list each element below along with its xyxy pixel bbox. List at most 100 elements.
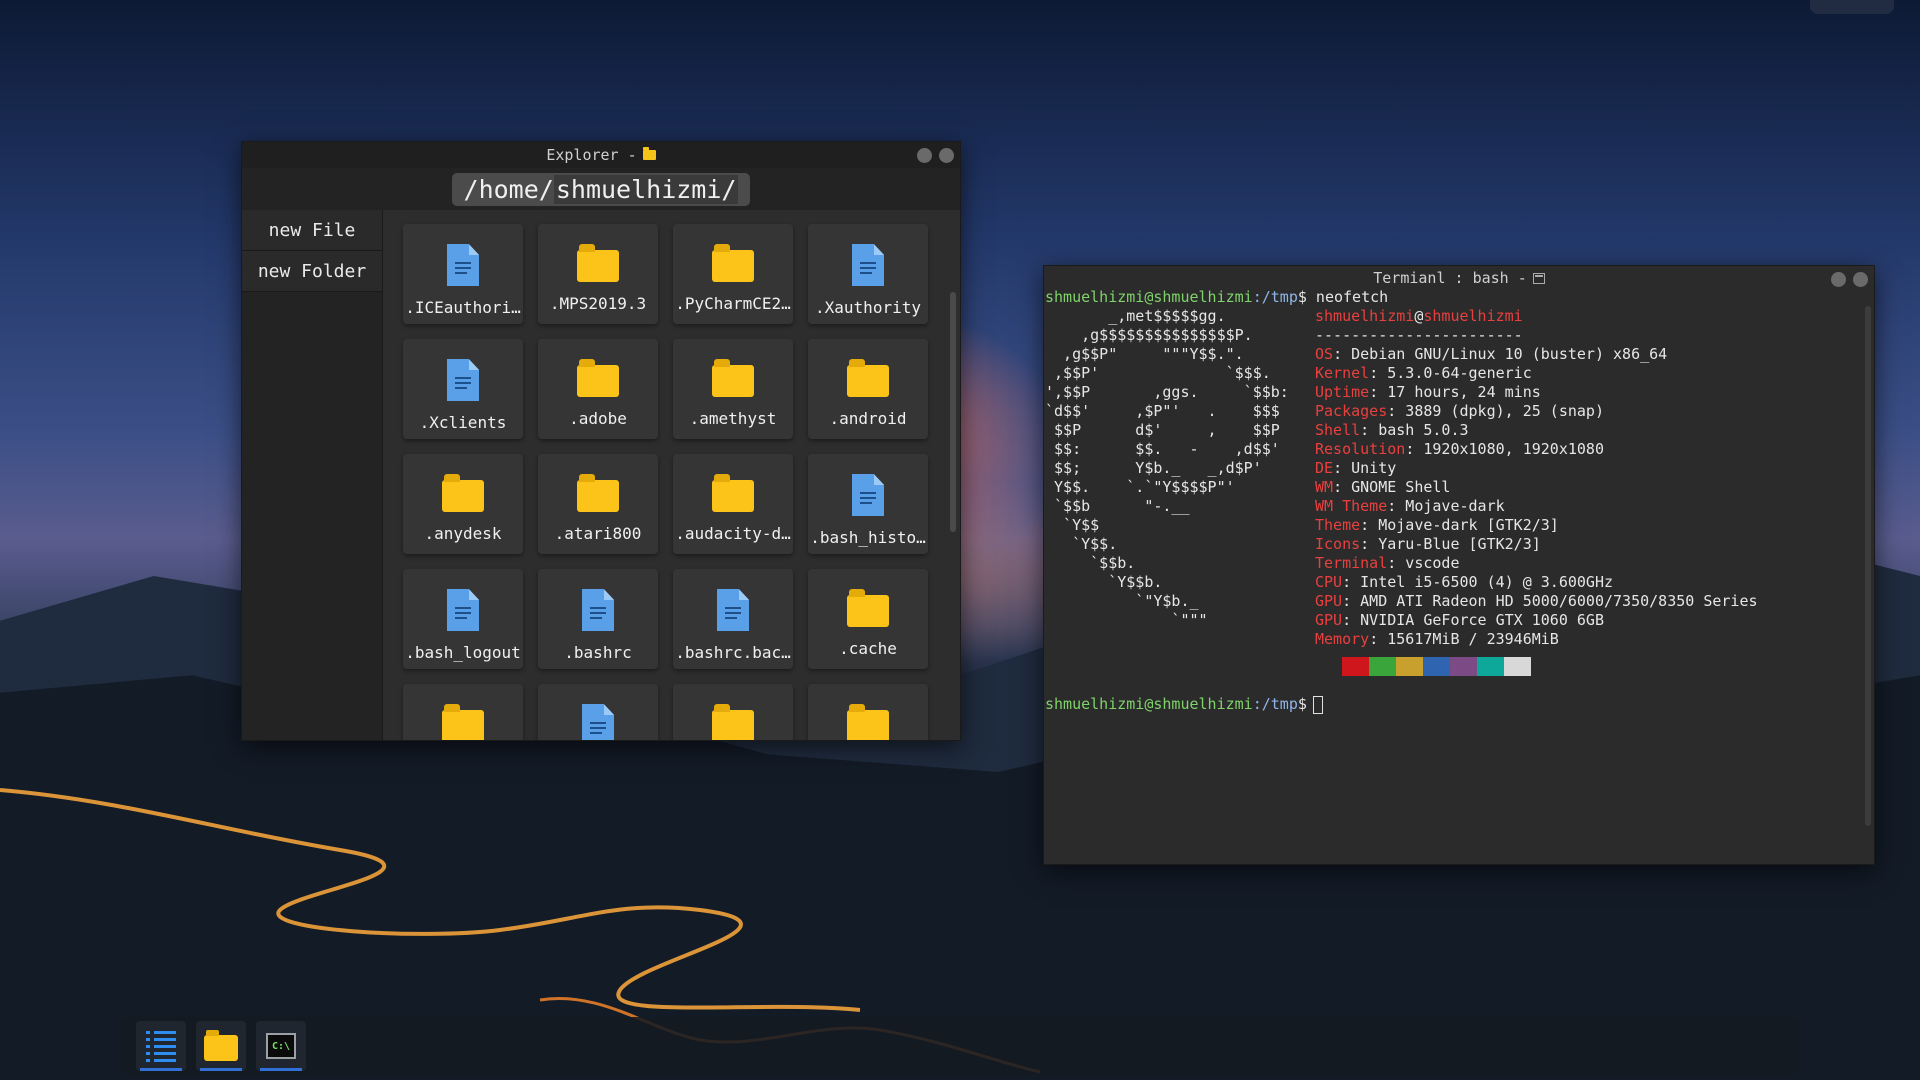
info-key: DE (1315, 459, 1334, 477)
file-item[interactable] (538, 684, 658, 740)
info-value: : vscode (1387, 554, 1460, 572)
new-folder-button[interactable]: new Folder (242, 251, 382, 292)
info-value: : GNOME Shell (1333, 478, 1451, 496)
info-key: CPU (1315, 573, 1343, 591)
folder-icon (712, 244, 754, 282)
folder-item[interactable]: .android (808, 339, 928, 439)
folder-item[interactable]: .audacity-d… (673, 454, 793, 554)
file-grid: .ICEauthori… .MPS2019.3 .PyCharmCE2… .Xauth… (383, 210, 960, 740)
info-key: GPU (1315, 611, 1343, 629)
file-icon (582, 589, 614, 631)
folder-item[interactable]: .PyCharmCE2… (673, 224, 793, 324)
logo-line: ',$$P ,ggs. `$$b: (1045, 383, 1289, 401)
folder-icon (577, 359, 619, 397)
command-text: neofetch (1306, 288, 1389, 306)
folder-item[interactable] (808, 684, 928, 740)
folder-item[interactable] (673, 684, 793, 740)
file-icon (582, 704, 614, 740)
folder-item[interactable]: .anydesk (403, 454, 523, 554)
taskbar: C:\ (120, 1017, 1800, 1075)
host-name: shmuelhizmi (1423, 307, 1523, 325)
folder-icon (204, 1030, 238, 1061)
terminal-scrollbar[interactable] (1865, 306, 1871, 826)
new-file-button[interactable]: new File (242, 210, 382, 251)
explorer-titlebar[interactable]: Explorer - (242, 142, 960, 168)
info-key: Terminal (1315, 554, 1388, 572)
explorer-title: Explorer - (546, 146, 637, 164)
info-value: : Intel i5-6500 (4) @ 3.600GHz (1342, 573, 1614, 591)
info-line: Resolution: 1920x1080, 1920x1080 (1315, 440, 1862, 459)
info-value: : Unity (1333, 459, 1397, 477)
info-line: GPU: AMD ATI Radeon HD 5000/6000/7350/83… (1315, 592, 1862, 611)
item-label: .cache (839, 639, 897, 658)
info-key: Packages (1315, 402, 1388, 420)
folder-item[interactable]: .amethyst (673, 339, 793, 439)
taskbar-explorer[interactable] (196, 1021, 246, 1071)
logo-line: $$; Y$b._ _,d$P' (1045, 459, 1262, 477)
file-item[interactable]: .ICEauthori… (403, 224, 523, 324)
file-item[interactable]: .Xauthority (808, 224, 928, 324)
file-item[interactable]: .bash_histo… (808, 454, 928, 554)
folder-item[interactable]: .cache (808, 569, 928, 669)
folder-icon (712, 704, 754, 740)
item-label: .android (829, 409, 907, 428)
path-prefix[interactable]: /home/ (464, 175, 554, 204)
palette-swatch (1396, 657, 1423, 676)
palette-swatch (1477, 657, 1504, 676)
info-line: Theme: Mojave-dark [GTK2/3] (1315, 516, 1862, 535)
info-line: Icons: Yaru-Blue [GTK2/3] (1315, 535, 1862, 554)
info-line: CPU: Intel i5-6500 (4) @ 3.600GHz (1315, 573, 1862, 592)
logo-line: `""" (1045, 611, 1208, 629)
minimize-button[interactable] (917, 148, 932, 163)
terminal-titlebar[interactable]: Termianl : bash - (1044, 266, 1874, 290)
palette-swatch (1342, 657, 1369, 676)
item-label: .ICEauthori… (405, 298, 521, 317)
logo-line: ,$$P' `$$$. (1045, 364, 1271, 382)
logo-line: `Y$$ (1045, 516, 1100, 534)
file-item[interactable]: .bashrc.bac… (673, 569, 793, 669)
close-button[interactable] (939, 148, 954, 163)
file-item[interactable]: .bashrc (538, 569, 658, 669)
close-button[interactable] (1853, 272, 1868, 287)
logo-line: $$P d$' , $$P (1045, 421, 1280, 439)
logo-line: `Y$$b. (1045, 573, 1163, 591)
path-segment[interactable]: shmuelhizmi/ (553, 174, 739, 204)
info-value: : 5.3.0-64-generic (1369, 364, 1532, 382)
item-label: .bash_histo… (810, 528, 926, 547)
file-icon (447, 359, 479, 401)
palette-swatch (1315, 657, 1342, 676)
info-value: : 3889 (dpkg), 25 (snap) (1387, 402, 1604, 420)
taskbar-terminal[interactable]: C:\ (256, 1021, 306, 1071)
file-item[interactable]: .bash_logout (403, 569, 523, 669)
folder-item[interactable]: .atari800 (538, 454, 658, 554)
taskbar-app-menu[interactable] (136, 1021, 186, 1071)
app-menu-icon (146, 1030, 176, 1062)
folder-icon (712, 474, 754, 512)
info-value: : 15617MiB / 23946MiB (1369, 630, 1559, 648)
file-icon (852, 244, 884, 286)
folder-icon (442, 704, 484, 740)
folder-item[interactable] (403, 684, 523, 740)
prompt-symbol: $ (1297, 695, 1307, 713)
prompt-user: shmuelhizmi@shmuelhizmi (1045, 288, 1253, 306)
item-label: .atari800 (554, 524, 642, 543)
folder-item[interactable]: .MPS2019.3 (538, 224, 658, 324)
explorer-scrollbar[interactable] (950, 292, 956, 532)
folder-icon (847, 359, 889, 397)
command-line: shmuelhizmi@shmuelhizmi:/tmp$ neofetch (1045, 288, 1862, 307)
info-line: OS: Debian GNU/Linux 10 (buster) x86_64 (1315, 345, 1862, 364)
info-line: Kernel: 5.3.0-64-generic (1315, 364, 1862, 383)
folder-icon (847, 704, 889, 740)
file-item[interactable]: .Xclients (403, 339, 523, 439)
terminal-output[interactable]: shmuelhizmi@shmuelhizmi:/tmp$ neofetch _… (1045, 288, 1862, 864)
item-label: .bash_logout (405, 643, 521, 662)
info-line: Terminal: vscode (1315, 554, 1862, 573)
logo-line: $$: $$. - ,d$$' (1045, 440, 1280, 458)
minimize-button[interactable] (1831, 272, 1846, 287)
path-breadcrumb[interactable]: /home/shmuelhizmi/ (451, 172, 751, 206)
info-key: OS (1315, 345, 1334, 363)
item-label: .adobe (569, 409, 627, 428)
logo-line: ,g$$P" """Y$$.". (1045, 345, 1244, 363)
prompt-dir: :/tmp (1252, 695, 1298, 713)
folder-item[interactable]: .adobe (538, 339, 658, 439)
